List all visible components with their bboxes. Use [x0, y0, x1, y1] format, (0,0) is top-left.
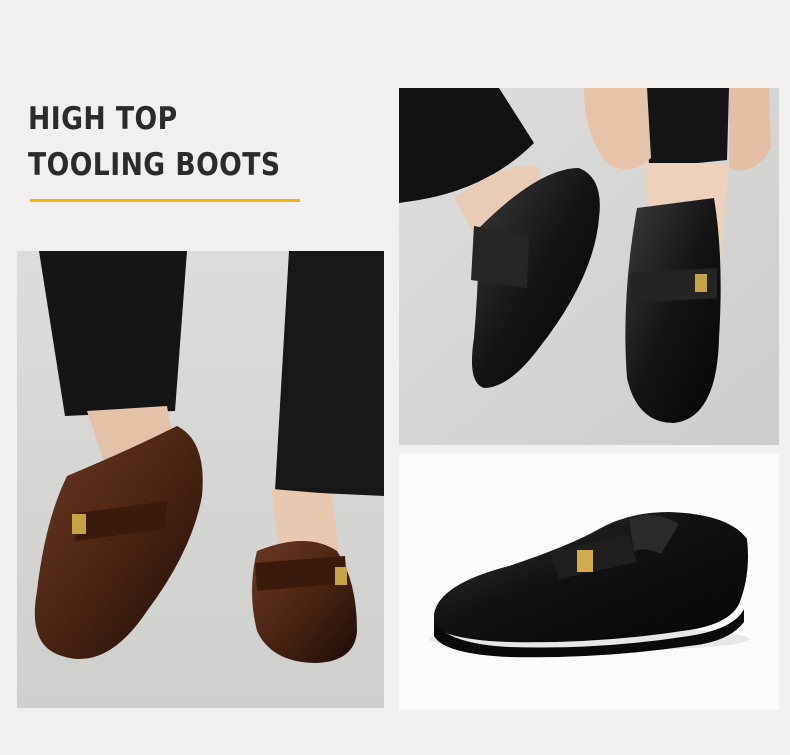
- photo-brown-loafers: [17, 251, 384, 708]
- headline: HIGH TOP TOOLING BOOTS: [28, 96, 281, 188]
- headline-line-2: TOOLING BOOTS: [28, 147, 281, 183]
- headline-line-1: HIGH TOP: [28, 101, 178, 137]
- photo-black-loafers-worn: [399, 88, 779, 445]
- accent-underline: [30, 199, 300, 202]
- photo-black-loafer-product: [399, 454, 779, 710]
